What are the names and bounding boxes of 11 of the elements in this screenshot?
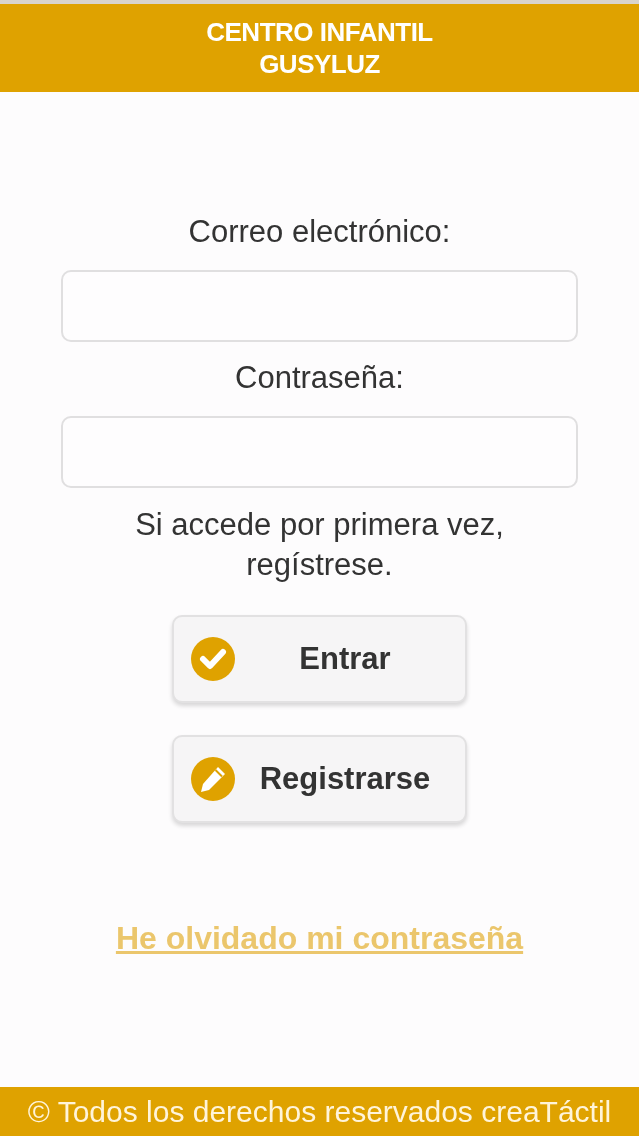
app-title: CENTRO INFANTIL GUSYLUZ — [205, 16, 434, 80]
pencil-icon — [191, 757, 235, 801]
first-access-notice: Si accede por primera vez, regístrese. — [134, 506, 505, 584]
field-label: Correo electrónico: — [188, 214, 451, 250]
input-field[interactable] — [61, 416, 578, 488]
input-field[interactable] — [61, 270, 578, 342]
register-button[interactable]: Registrarse — [172, 735, 467, 823]
checkmark-icon — [191, 637, 235, 681]
field-label: Contraseña: — [235, 360, 404, 396]
login-button[interactable]: Entrar — [172, 615, 467, 703]
copyright-text: © Todos los derechos reservados creaTáctil — [27, 1093, 612, 1130]
